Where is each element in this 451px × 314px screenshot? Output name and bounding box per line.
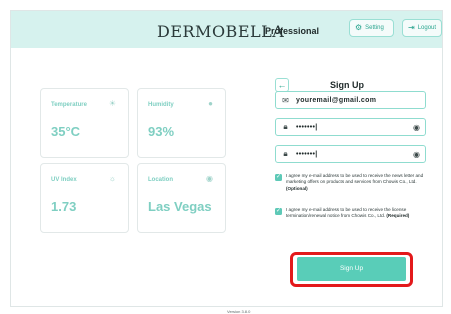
eye-icon[interactable]: ◉ [413, 150, 420, 159]
app-frame: DERMOBELLA Professional ⚙ Setting ⇥ Logo… [10, 10, 443, 314]
setting-button[interactable]: ⚙ Setting [349, 19, 394, 37]
humidity-value: 93% [148, 124, 175, 139]
uv-icon: ☼ [108, 174, 116, 183]
eye-icon[interactable]: ◉ [413, 123, 420, 132]
droplet-icon: ● [208, 99, 213, 108]
temperature-label: Temperature [51, 102, 87, 108]
location-card: Location ◉ Las Vegas [137, 163, 226, 233]
confirm-password-value: •••••••| [296, 150, 318, 158]
agree-newsletter-text: I agree my e-mail address to be used to … [286, 173, 426, 192]
email-value: youremail@gmail.com [296, 96, 377, 104]
agree-newsletter-row: ✓ I agree my e-mail address to be used t… [275, 173, 426, 192]
sun-icon: ☀ [108, 99, 116, 108]
password-field[interactable]: 🔒︎ •••••••| ◉ [275, 118, 426, 136]
agree-license-checkbox[interactable]: ✓ [275, 208, 282, 215]
gear-icon: ⚙ [355, 23, 363, 32]
uv-index-value: 1.73 [51, 199, 77, 214]
agree-newsletter-label: I agree my e-mail address to be used to … [286, 173, 424, 185]
signup-button[interactable]: Sign Up [297, 257, 406, 281]
signup-title: Sign Up [330, 80, 364, 90]
humidity-card: Humidity ● 93% [137, 88, 226, 158]
required-tag: (Required) [386, 213, 410, 219]
optional-tag: (Optional) [286, 185, 308, 191]
password-value: •••••••| [296, 123, 318, 131]
agree-license-row: ✓ I agree my e-mail address to be used t… [275, 207, 426, 220]
lock-icon: 🔒︎ [283, 122, 288, 131]
brand-subtitle: Professional [265, 26, 320, 36]
humidity-label: Humidity [148, 102, 174, 108]
logout-label: Logout [417, 25, 437, 31]
logout-icon: ⇥ [408, 23, 415, 32]
agree-license-text: I agree my e-mail address to be used to … [286, 207, 426, 220]
location-label: Location [148, 177, 173, 183]
uv-index-card: UV Index ☼ 1.73 [40, 163, 129, 233]
temperature-value: 35°C [51, 124, 81, 139]
version-label: Version 3.8.0 [227, 309, 251, 314]
location-icon: ◉ [206, 174, 213, 183]
lock-icon: 🔒︎ [283, 149, 288, 158]
back-arrow-icon[interactable]: ← [275, 78, 289, 92]
setting-label: Setting [365, 25, 384, 31]
agree-newsletter-checkbox[interactable]: ✓ [275, 174, 282, 181]
temperature-card: Temperature ☀ 35°C [40, 88, 129, 158]
header-bar: DERMOBELLA Professional ⚙ Setting ⇥ Logo… [11, 11, 442, 48]
mail-icon: ✉ [282, 95, 289, 105]
email-field[interactable]: ✉ youremail@gmail.com [275, 91, 426, 109]
confirm-password-field[interactable]: 🔒︎ •••••••| ◉ [275, 145, 426, 163]
logout-button[interactable]: ⇥ Logout [402, 19, 442, 37]
location-value: Las Vegas [148, 199, 212, 214]
uv-index-label: UV Index [51, 177, 77, 183]
